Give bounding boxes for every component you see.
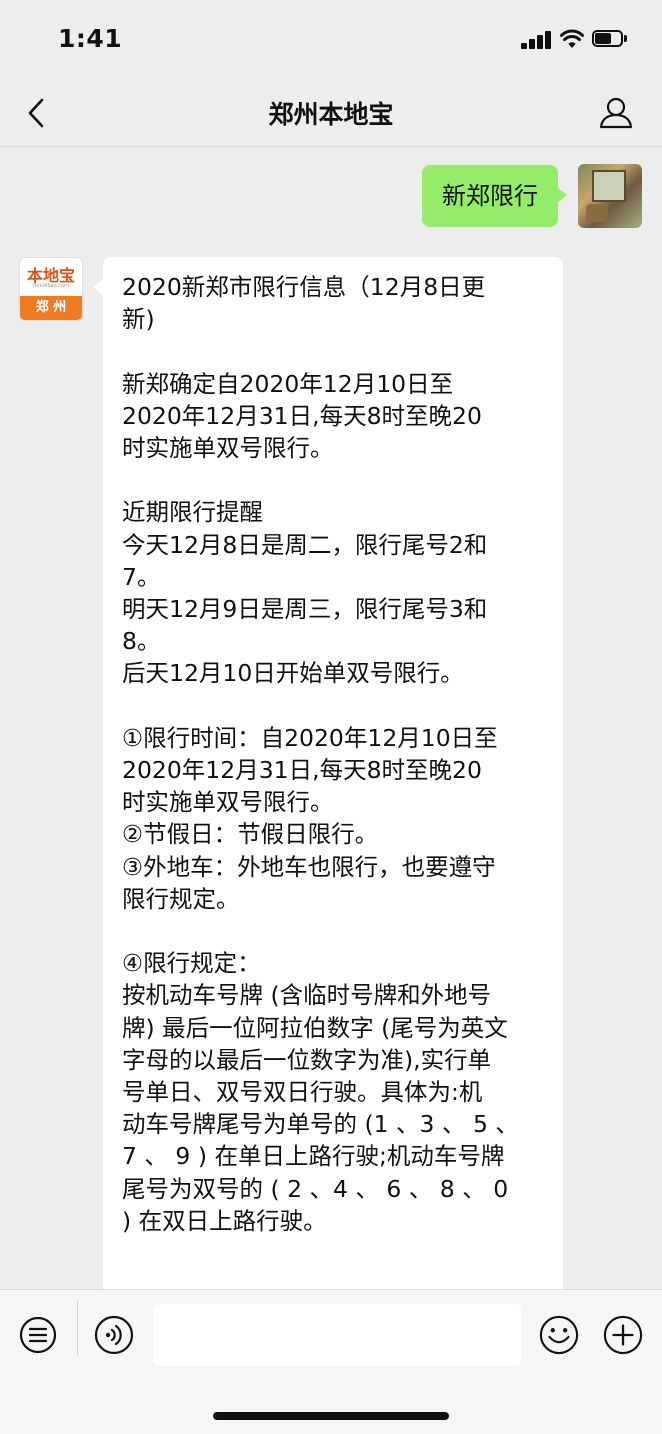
message-line: 2020新郑市限行信息（12月8日更: [122, 273, 486, 301]
message-line: 号单日、双号双日行驶。具体为:机: [122, 1078, 483, 1107]
home-indicator[interactable]: [213, 1412, 449, 1420]
wifi-icon: [560, 29, 584, 48]
plus-icon: [603, 1315, 643, 1355]
message-line: 近期限行提醒: [122, 498, 263, 527]
battery-icon: [592, 30, 630, 49]
profile-button[interactable]: [596, 94, 636, 132]
message-line: 今天12月8日是周二，限行尾号2和: [122, 530, 488, 559]
nav-bar: 郑州本地宝: [0, 80, 662, 147]
message-line: ) 在双日上路行驶。: [122, 1206, 327, 1235]
emoji-icon: [539, 1315, 579, 1355]
message-line: 8。: [122, 627, 161, 656]
message-line: 后天12月10日开始单双号限行。: [122, 659, 464, 688]
message-line: 2020年12月31日,每天8时至晚20: [122, 401, 482, 430]
status-bar: 1:41: [0, 0, 662, 80]
message-line: [122, 335, 549, 367]
message-line: 7。: [122, 562, 161, 591]
message-line: [122, 464, 549, 496]
menu-button[interactable]: [18, 1315, 58, 1355]
message-line: 新郑确定自2020年12月10日至: [122, 369, 454, 398]
message-line: ②节假日：节假日限行。: [122, 820, 379, 849]
chat-area[interactable]: 新郑限行 本地宝 Bendibao.com 郑 州 2020新郑市限行信息（12…: [0, 147, 662, 1289]
input-bar: [0, 1289, 662, 1434]
person-icon: [599, 97, 633, 129]
message-line: 7 、 9 ) 在单日上路行驶;机动车号牌: [122, 1142, 505, 1171]
message-line: 新): [122, 305, 155, 334]
message-line: 限行规定。: [122, 884, 240, 913]
divider: [77, 1300, 78, 1356]
list-icon: [19, 1316, 57, 1354]
message-line: 尾号为双号的 ( 2 、4 、 6 、 8 、 0: [122, 1174, 509, 1203]
message-line: 2020年12月31日,每天8时至晚20: [122, 756, 482, 784]
message-line: 字母的以最后一位数字为准),实行单: [122, 1045, 492, 1074]
bot-avatar[interactable]: 本地宝 Bendibao.com 郑 州: [19, 257, 83, 321]
incoming-bubble[interactable]: 2020新郑市限行信息（12月8日更 新) 新郑确定自2020年12月10日至 …: [93, 257, 563, 1289]
message-line: 时实施单双号限行。: [122, 434, 334, 462]
message-line: [122, 915, 549, 947]
message-line: ④限行规定：: [122, 949, 261, 978]
add-button[interactable]: [603, 1315, 643, 1355]
message-line: 时实施单双号限行。: [122, 788, 334, 817]
logo-url: Bendibao.com: [33, 283, 69, 289]
status-time: 1:41: [58, 24, 123, 53]
emoji-button[interactable]: [539, 1315, 579, 1355]
cellular-signal-icon: [521, 31, 553, 49]
message-input[interactable]: [153, 1304, 521, 1366]
page-title: 郑州本地宝: [268, 100, 394, 129]
logo-city: 郑 州: [20, 296, 82, 320]
outgoing-message[interactable]: 新郑限行: [422, 165, 567, 227]
my-avatar[interactable]: [578, 164, 642, 228]
voice-icon: [94, 1315, 134, 1355]
message-line: 按机动车号牌 (含临时号牌和外地号: [122, 981, 492, 1010]
message-line: 明天12月9日是周三，限行尾号3和: [122, 595, 488, 623]
voice-button[interactable]: [94, 1315, 134, 1355]
message-line: ①限行时间：自2020年12月10日至: [122, 723, 498, 752]
message-line: 动车号牌尾号为单号的 (1 、3 、 5 、: [122, 1110, 519, 1139]
message-line: ③外地车：外地车也限行，也要遵守: [122, 852, 496, 881]
outgoing-bubble[interactable]: 新郑限行: [422, 165, 567, 227]
message-line: 牌) 最后一位阿拉伯数字 (尾号为英文: [122, 1013, 508, 1042]
message-line: [122, 690, 549, 722]
